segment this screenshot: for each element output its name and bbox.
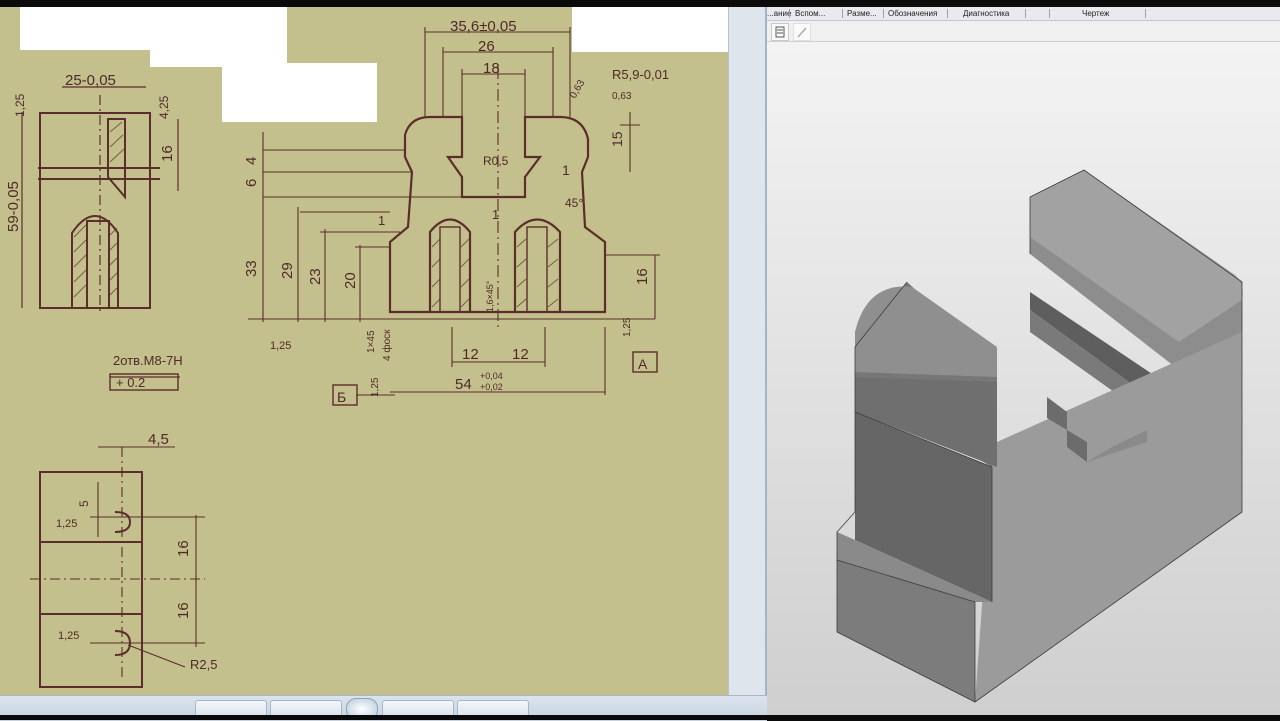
dim-12a: 12 (462, 346, 479, 363)
tab-razmery[interactable]: Разме... (847, 8, 877, 19)
datum-b: Б (337, 389, 346, 405)
tolerance-frame: + 0.2 (116, 375, 145, 390)
dim-16b: 16 (634, 268, 651, 285)
dim-0-63b: 0,63 (612, 91, 632, 102)
dim-1a: 1 (562, 162, 570, 178)
white-mask-3 (222, 63, 377, 122)
cad-tab-bar: ...ание Вспом... Разме... Обозначения Ди… (767, 7, 1280, 21)
tab-chertezh[interactable]: Чертеж (1082, 8, 1109, 19)
dim-4: 4 (243, 157, 260, 165)
dim-33: 33 (243, 260, 260, 277)
dim-5: 5 (77, 500, 91, 507)
datum-a: А (638, 356, 648, 372)
dim-r0-5: R0,5 (483, 154, 509, 168)
tab-obrazovanie[interactable]: ...ание (767, 8, 791, 19)
white-mask-2 (150, 7, 287, 67)
dim-15: 15 (609, 131, 625, 147)
dim-12b: 12 (512, 346, 529, 363)
cad-toolbar (767, 21, 1280, 42)
dim-1-25c: 1,25 (622, 317, 633, 337)
dim-26: 26 (478, 38, 495, 55)
dim-16d: 16 (175, 602, 192, 619)
white-mask-1 (20, 7, 150, 50)
viewer-frame-border (728, 7, 768, 695)
dim-1c: 1 (492, 207, 499, 222)
dim-1x45: 1×45 (366, 330, 377, 353)
tab-diagnostika[interactable]: Диагностика (963, 8, 1009, 19)
white-mask-4 (572, 7, 728, 52)
dim-35-6: 35,6±0,05 (450, 18, 517, 35)
dim-4-5: 4,5 (148, 431, 169, 448)
dim-1-25d: 1,25 (370, 377, 381, 397)
3d-model-viewport[interactable] (767, 42, 1280, 715)
dim-1-25f: 1,25 (58, 630, 79, 642)
dim-6: 6 (243, 179, 260, 187)
dim-45deg: 45° (565, 196, 583, 210)
cad-window: ...ание Вспом... Разме... Обозначения Ди… (767, 7, 1280, 715)
top-black-bar (0, 0, 1280, 7)
bottom-black-bar (0, 715, 1280, 720)
dim-18: 18 (483, 60, 500, 77)
tab-oboznacheniya[interactable]: Обозначения (888, 8, 937, 19)
properties-icon[interactable] (771, 23, 789, 41)
dim-16a: 16 (159, 145, 176, 162)
tab-vspomogatelnye[interactable]: Вспом... (795, 8, 825, 19)
drawing-photo-pane: 35,6±0,05 26 18 25-0,05 R5,9-0,01 0,63 0… (0, 7, 728, 695)
dim-1-25e: 1,25 (56, 518, 77, 530)
dim-54: 54 (455, 376, 472, 393)
dim-1-25b: 1,25 (270, 340, 291, 352)
dim-1b: 1 (378, 213, 385, 228)
dim-r5-9: R5,9-0,01 (612, 67, 669, 82)
dim-29: 29 (279, 262, 296, 279)
dim-r2-5: R2,5 (190, 657, 217, 672)
dim-59: 59-0,05 (5, 181, 22, 232)
dim-4-25: 4,25 (157, 95, 171, 119)
dim-4-fask: 4 фоск (381, 329, 393, 361)
edit-pen-icon[interactable] (793, 23, 811, 41)
dim-23: 23 (307, 268, 324, 285)
dim-54-tol-dn: +0,02 (480, 382, 503, 392)
dim-chamfer: 1,6×45° (485, 280, 495, 312)
dim-16c: 16 (175, 540, 192, 557)
side-view-outline (39, 112, 151, 309)
dim-0-63a: 0,63 (568, 78, 587, 101)
dim-54-tol-up: +0,04 (480, 371, 503, 381)
thread-note: 2отв.М8-7Н (113, 353, 183, 368)
dim-1-25a: 1,25 (13, 93, 27, 117)
dim-20: 20 (342, 272, 359, 289)
dim-25: 25-0,05 (65, 72, 116, 89)
